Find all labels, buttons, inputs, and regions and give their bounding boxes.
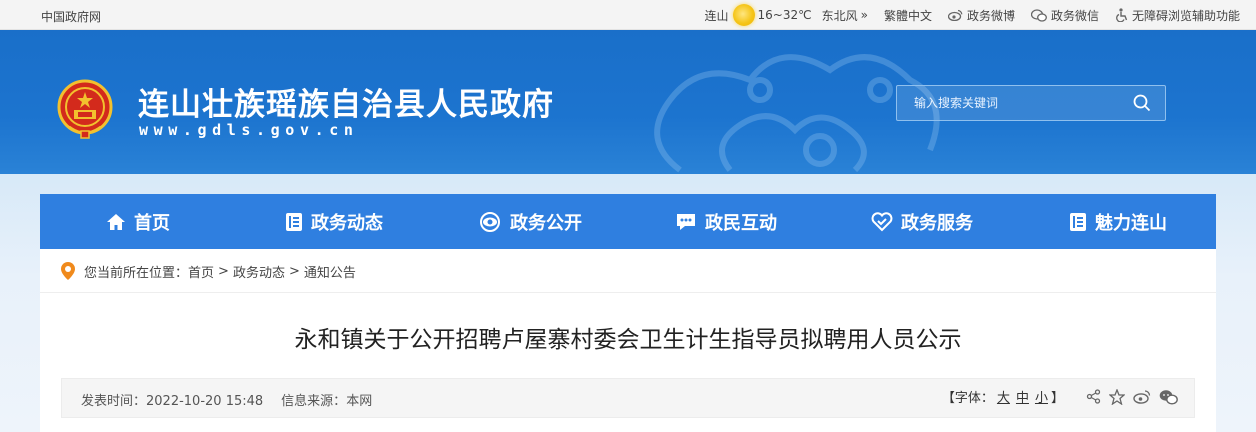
gov-cn-link[interactable]: 中国政府网 bbox=[41, 8, 101, 25]
breadcrumb: 您当前所在位置： 首页 > 政务动态 > 通知公告 bbox=[60, 259, 356, 283]
breadcrumb-notices[interactable]: 通知公告 bbox=[304, 262, 356, 281]
source-value: 本网 bbox=[346, 394, 373, 409]
font-size-label-close: 】 bbox=[1050, 391, 1064, 406]
top-utility-bar: 中国政府网 连山 16~32℃ 东北风 » 繁體中文 政务微博 政务微信 无障碍… bbox=[0, 0, 1256, 30]
sun-icon bbox=[732, 4, 755, 26]
location-pin-icon bbox=[61, 262, 75, 280]
source-label: 信息来源： bbox=[281, 394, 347, 409]
breadcrumb-home[interactable]: 首页 bbox=[188, 262, 214, 281]
site-url: www.gdls.gov.cn bbox=[139, 121, 359, 139]
font-size-label: 【字体： bbox=[941, 391, 994, 406]
traditional-chinese-link[interactable]: 繁體中文 bbox=[884, 7, 932, 24]
chat-icon bbox=[677, 213, 695, 230]
accessibility-link[interactable]: 无障碍浏览辅助功能 bbox=[1115, 7, 1240, 24]
nav-item-charm[interactable]: 魅力连山 bbox=[1020, 194, 1216, 249]
weather-wind: 东北风 bbox=[821, 8, 858, 23]
nav-item-disclosure[interactable]: 政务公开 bbox=[432, 194, 628, 249]
nav-label-disclosure: 政务公开 bbox=[510, 212, 582, 234]
font-size-medium[interactable]: 中 bbox=[1016, 391, 1029, 406]
nav-label-interaction: 政民互动 bbox=[705, 212, 777, 234]
nav-label-news: 政务动态 bbox=[311, 212, 383, 234]
wechat-icon bbox=[1159, 389, 1178, 405]
article-meta-info: 发表时间：2022-10-20 15:48 信息来源：本网 bbox=[81, 390, 372, 409]
wechat-icon bbox=[1030, 8, 1047, 22]
publish-time: 2022-10-20 15:48 bbox=[146, 394, 264, 409]
weibo-icon bbox=[947, 9, 963, 21]
share-button[interactable] bbox=[1086, 389, 1101, 404]
search-icon[interactable] bbox=[1133, 94, 1151, 112]
nav-label-charm: 魅力连山 bbox=[1095, 212, 1167, 234]
weather-widget: 连山 16~32℃ 东北风 » bbox=[704, 4, 868, 26]
font-size-small[interactable]: 小 bbox=[1035, 391, 1048, 406]
weather-more-arrow[interactable]: » bbox=[861, 8, 868, 22]
breadcrumb-separator: > bbox=[288, 263, 300, 279]
publish-label: 发表时间： bbox=[81, 394, 147, 409]
nav-item-interaction[interactable]: 政民互动 bbox=[628, 194, 824, 249]
font-size-selector: 【字体：大中小】 bbox=[942, 387, 1064, 406]
traditional-chinese-label: 繁體中文 bbox=[883, 8, 932, 23]
nav-item-home[interactable]: 首页 bbox=[40, 194, 236, 249]
search-box bbox=[896, 85, 1166, 121]
weibo-link[interactable]: 政务微博 bbox=[947, 7, 1015, 24]
accessibility-label: 无障碍浏览辅助功能 bbox=[1131, 8, 1240, 23]
star-icon bbox=[1109, 388, 1125, 405]
share-weibo-button[interactable] bbox=[1133, 389, 1151, 404]
article-title: 永和镇关于公开招聘卢屋寨村委会卫生计生指导员拟聘用人员公示 bbox=[294, 327, 962, 353]
eye-icon bbox=[480, 211, 500, 232]
weather-temp: 16~32℃ bbox=[757, 8, 812, 22]
document-icon bbox=[1070, 212, 1086, 231]
wechat-label: 政务微信 bbox=[1050, 8, 1099, 23]
home-icon bbox=[107, 213, 125, 230]
top-utility-links: 连山 16~32℃ 东北风 » 繁體中文 政务微博 政务微信 无障碍浏览辅助功能 bbox=[704, 0, 1240, 30]
favorite-button[interactable] bbox=[1109, 388, 1125, 405]
font-size-large[interactable]: 大 bbox=[997, 391, 1010, 406]
nav-label-home: 首页 bbox=[134, 212, 170, 234]
national-emblem-icon bbox=[57, 79, 113, 139]
nav-item-services[interactable]: 政务服务 bbox=[824, 194, 1020, 249]
nav-label-services: 政务服务 bbox=[901, 212, 973, 234]
share-icon bbox=[1086, 389, 1101, 404]
accessibility-icon bbox=[1116, 8, 1128, 22]
heart-icon bbox=[871, 211, 893, 231]
breadcrumb-separator: > bbox=[218, 263, 229, 279]
weather-city: 连山 bbox=[704, 8, 729, 23]
header-banner: 连山壮族瑶族自治县人民政府 www.gdls.gov.cn bbox=[0, 30, 1256, 174]
share-wechat-button[interactable] bbox=[1159, 389, 1178, 405]
article-tools: 【字体：大中小】 bbox=[942, 387, 1178, 406]
breadcrumb-prefix: 您当前所在位置： bbox=[84, 265, 189, 281]
wechat-link[interactable]: 政务微信 bbox=[1030, 7, 1099, 24]
main-nav: 首页 政务动态 政务公开 政民互动 政务服务 魅力连山 bbox=[40, 194, 1216, 249]
nav-item-news[interactable]: 政务动态 bbox=[236, 194, 432, 249]
site-title: 连山壮族瑶族自治县人民政府 bbox=[138, 87, 554, 123]
breadcrumb-news[interactable]: 政务动态 bbox=[233, 262, 285, 281]
weibo-icon bbox=[1133, 390, 1151, 404]
document-icon bbox=[286, 212, 302, 231]
content-panel: 您当前所在位置： 首页 > 政务动态 > 通知公告 永和镇关于公开招聘卢屋寨村委… bbox=[40, 249, 1216, 432]
divider bbox=[40, 292, 1216, 293]
search-input[interactable] bbox=[897, 86, 1122, 120]
weibo-label: 政务微博 bbox=[966, 8, 1015, 23]
article-meta-bar: 发表时间：2022-10-20 15:48 信息来源：本网 【字体：大中小】 bbox=[61, 378, 1195, 418]
